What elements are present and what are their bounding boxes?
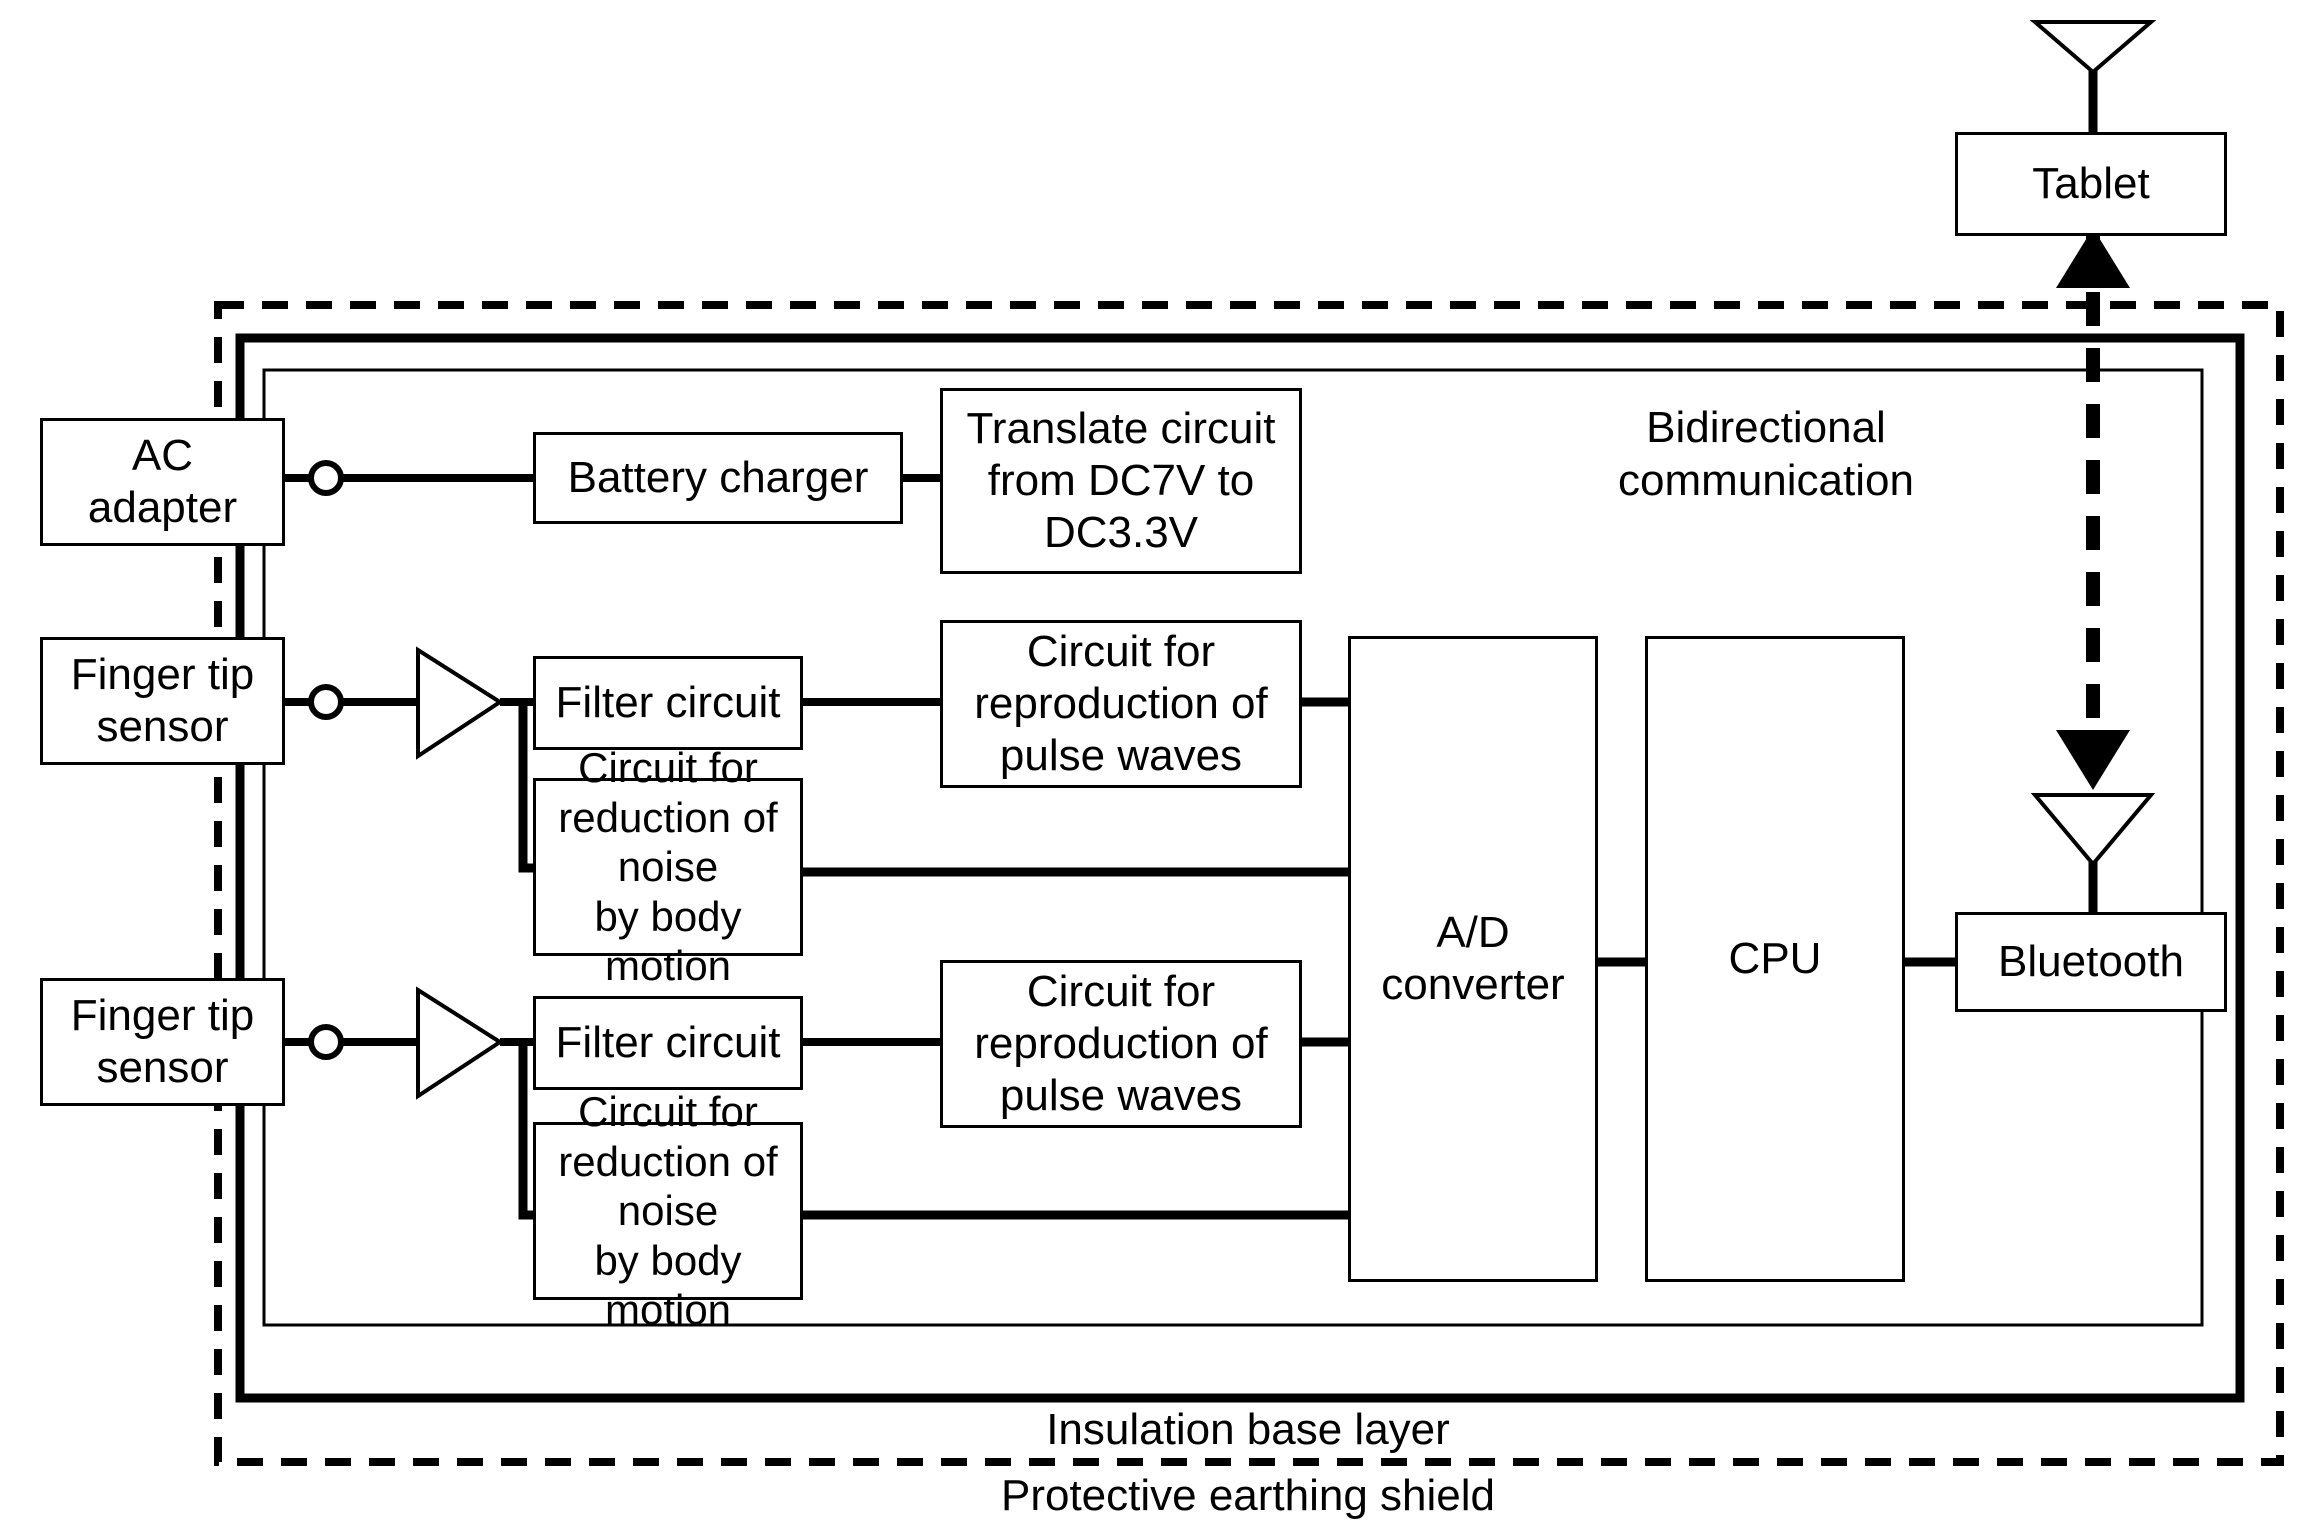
block-label: Circuit for reduction of noise by body m… [558, 744, 778, 990]
block-finger-tip-sensor-1[interactable]: Finger tip sensor [40, 637, 285, 765]
block-filter-circuit-1[interactable]: Filter circuit [533, 656, 803, 750]
block-reproduction-circuit-2[interactable]: Circuit for reproduction of pulse waves [940, 960, 1302, 1128]
block-label: AC adapter [87, 431, 238, 532]
block-ad-converter[interactable]: A/D converter [1348, 636, 1598, 1282]
block-noise-reduction-circuit-1[interactable]: Circuit for reduction of noise by body m… [533, 744, 803, 989]
block-finger-tip-sensor-2[interactable]: Finger tip sensor [40, 978, 285, 1106]
wire-amp1-branch-to-noise1 [518, 702, 533, 873]
terminal-circle-ac [308, 460, 344, 496]
wire-amp2-branch-to-noise2 [518, 1042, 533, 1220]
block-label: Tablet [2032, 159, 2150, 209]
amplifier-triangle-2 [416, 986, 504, 1100]
amplifier-triangle-1 [416, 646, 504, 760]
antenna-triangle-bluetooth [2030, 793, 2156, 868]
block-ac-adapter[interactable]: AC adapter [40, 418, 285, 546]
block-label: Finger tip sensor [70, 650, 255, 751]
block-label: Filter circuit [555, 1018, 781, 1068]
block-battery-charger[interactable]: Battery charger [533, 432, 903, 524]
block-label: Bluetooth [1998, 937, 2184, 987]
label-bidirectional-communication: Bidirectional communication [1618, 403, 1914, 505]
label-protective-earthing-shield: Protective earthing shield [1000, 1471, 1496, 1520]
block-label: Circuit for reproduction of pulse waves [974, 967, 1268, 1120]
block-label: Circuit for reduction of noise by body m… [558, 1088, 778, 1334]
block-label: Battery charger [567, 453, 869, 503]
antenna-triangle-tablet [2029, 20, 2157, 75]
block-label: Finger tip sensor [70, 991, 255, 1092]
block-noise-reduction-circuit-2[interactable]: Circuit for reduction of noise by body m… [533, 1088, 803, 1333]
block-filter-circuit-2[interactable]: Filter circuit [533, 996, 803, 1090]
block-label: Translate circuit from DC7V to DC3.3V [966, 404, 1276, 557]
block-label: Circuit for reproduction of pulse waves [974, 627, 1268, 780]
block-label: A/D converter [1381, 908, 1565, 1009]
terminal-circle-sensor-1 [308, 684, 344, 720]
terminal-circle-sensor-2 [308, 1024, 344, 1060]
block-reproduction-circuit-1[interactable]: Circuit for reproduction of pulse waves [940, 620, 1302, 788]
diagram-canvas: AC adapter Finger tip sensor Finger tip … [0, 0, 2316, 1536]
block-translate-circuit[interactable]: Translate circuit from DC7V to DC3.3V [940, 388, 1302, 574]
wireless-link-arrowhead-down [2056, 730, 2130, 790]
block-cpu[interactable]: CPU [1645, 636, 1905, 1282]
block-tablet[interactable]: Tablet [1955, 132, 2227, 236]
label-insulation-base-layer: Insulation base layer [1046, 1405, 1450, 1454]
wireless-link-arrowhead-up [2056, 228, 2130, 288]
block-bluetooth[interactable]: Bluetooth [1955, 912, 2227, 1012]
block-label: CPU [1728, 934, 1822, 984]
block-label: Filter circuit [555, 678, 781, 728]
